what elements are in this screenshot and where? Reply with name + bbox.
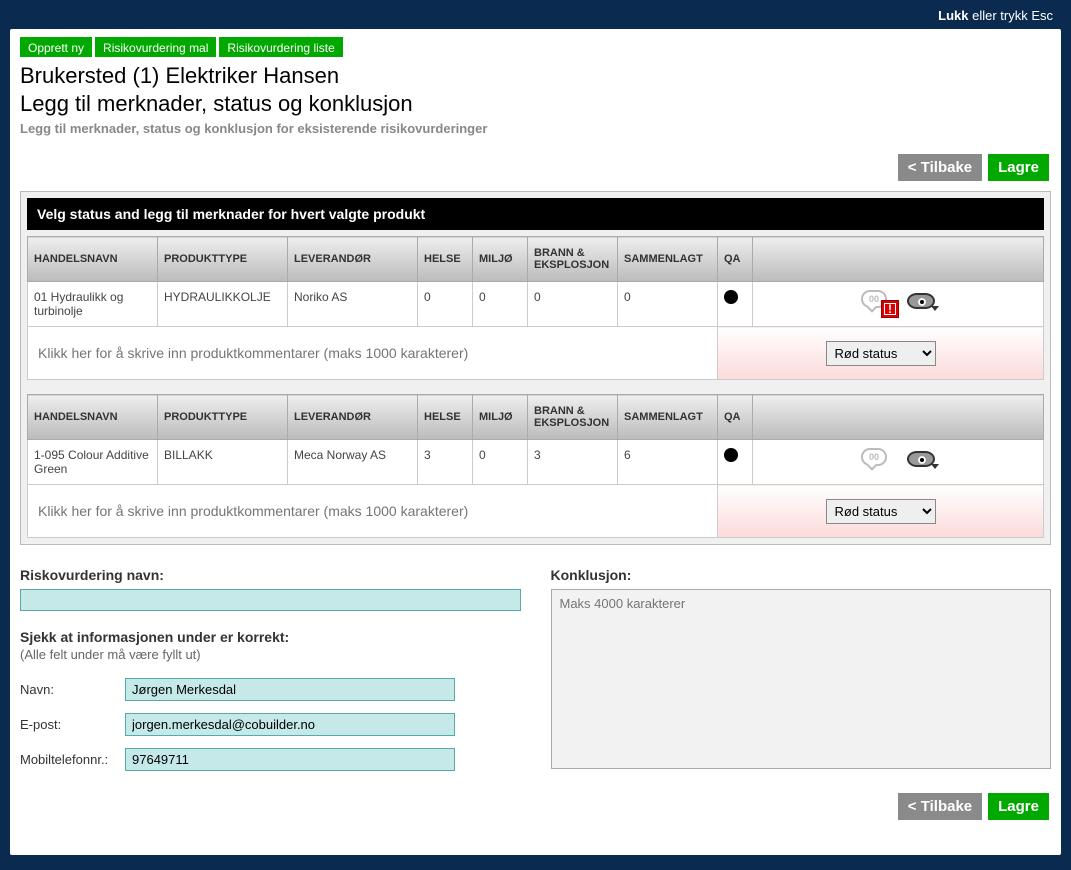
- cell-actions: 00 !: [753, 282, 1044, 327]
- table-row: 01 Hydraulikk og turbinolje HYDRAULIKKOL…: [28, 282, 1044, 327]
- col-leverandor: LEVERANDØR: [288, 395, 418, 440]
- cell-leverandor: Noriko AS: [288, 282, 418, 327]
- tab-risk-list[interactable]: Risikovurdering liste: [219, 37, 342, 57]
- col-actions: [753, 237, 1044, 282]
- col-produkttype: PRODUKTTYPE: [158, 237, 288, 282]
- col-qa: QA: [718, 395, 753, 440]
- product-comment-input[interactable]: [28, 485, 717, 537]
- table-section-header: Velg status and legg til merknader for h…: [27, 198, 1044, 230]
- mobile-label: Mobiltelefonnr.:: [20, 752, 125, 767]
- page-title: Brukersted (1) Elektriker Hansen: [20, 63, 1051, 89]
- mobile-input[interactable]: [125, 748, 455, 771]
- view-icon[interactable]: [907, 293, 935, 309]
- risk-name-input[interactable]: [20, 589, 521, 611]
- cell-handelsnavn: 1-095 Colour Additive Green: [28, 440, 158, 485]
- back-button-top[interactable]: < Tilbake: [898, 154, 982, 181]
- conclusion-label: Konklusjon:: [551, 567, 1052, 583]
- cell-produkttype: HYDRAULIKKOLJE: [158, 282, 288, 327]
- qa-dot-icon: [724, 290, 738, 304]
- col-sammenlagt: SAMMENLAGT: [618, 395, 718, 440]
- tab-create-new[interactable]: Opprett ny: [20, 37, 92, 57]
- email-label: E-post:: [20, 717, 125, 732]
- warning-icon: !: [881, 300, 899, 318]
- status-select[interactable]: Rød status: [826, 341, 936, 366]
- col-brann: BRANN & EKSPLOSJON: [528, 395, 618, 440]
- col-miljo: MILJØ: [473, 395, 528, 440]
- cell-helse: 3: [418, 440, 473, 485]
- cell-miljo: 0: [473, 282, 528, 327]
- col-helse: HELSE: [418, 395, 473, 440]
- col-leverandor: LEVERANDØR: [288, 237, 418, 282]
- col-helse: HELSE: [418, 237, 473, 282]
- col-actions: [753, 395, 1044, 440]
- comment-icon[interactable]: 00: [861, 448, 889, 470]
- name-label: Navn:: [20, 682, 125, 697]
- cell-helse: 0: [418, 282, 473, 327]
- cell-sammenlagt: 6: [618, 440, 718, 485]
- page-subtitle: Legg til merknader, status og konklusjon: [20, 91, 1051, 117]
- cell-actions: 00: [753, 440, 1044, 485]
- product-table-2: HANDELSNAVN PRODUKTTYPE LEVERANDØR HELSE…: [27, 394, 1044, 538]
- email-input[interactable]: [125, 713, 455, 736]
- cell-leverandor: Meca Norway AS: [288, 440, 418, 485]
- cell-brann: 0: [528, 282, 618, 327]
- page-desc: Legg til merknader, status og konklusjon…: [20, 121, 1051, 136]
- cell-qa: [718, 440, 753, 485]
- col-handelsnavn: HANDELSNAVN: [28, 237, 158, 282]
- conclusion-textarea[interactable]: [551, 589, 1052, 769]
- col-brann: BRANN & EKSPLOSJON: [528, 237, 618, 282]
- save-button-bottom[interactable]: Lagre: [988, 793, 1049, 820]
- status-select[interactable]: Rød status: [826, 499, 936, 524]
- cell-handelsnavn: 01 Hydraulikk og turbinolje: [28, 282, 158, 327]
- cell-qa: [718, 282, 753, 327]
- save-button-top[interactable]: Lagre: [988, 154, 1049, 181]
- cell-brann: 3: [528, 440, 618, 485]
- view-icon[interactable]: [907, 451, 935, 467]
- table-row: 1-095 Colour Additive Green BILLAKK Meca…: [28, 440, 1044, 485]
- modal-close-hint[interactable]: Lukk eller trykk Esc: [0, 0, 1071, 29]
- col-produkttype: PRODUKTTYPE: [158, 395, 288, 440]
- qa-dot-icon: [724, 448, 738, 462]
- back-button-bottom[interactable]: < Tilbake: [898, 793, 982, 820]
- comment-icon[interactable]: 00 !: [861, 290, 889, 312]
- check-info-heading: Sjekk at informasjonen under er korrekt:: [20, 629, 521, 645]
- product-table-1: HANDELSNAVN PRODUKTTYPE LEVERANDØR HELSE…: [27, 236, 1044, 380]
- name-input[interactable]: [125, 678, 455, 701]
- col-qa: QA: [718, 237, 753, 282]
- col-miljo: MILJØ: [473, 237, 528, 282]
- tab-risk-template[interactable]: Risikovurdering mal: [95, 37, 216, 57]
- check-info-sub: (Alle felt under må være fyllt ut): [20, 647, 521, 662]
- product-comment-input[interactable]: [28, 327, 717, 379]
- col-handelsnavn: HANDELSNAVN: [28, 395, 158, 440]
- cell-sammenlagt: 0: [618, 282, 718, 327]
- cell-miljo: 0: [473, 440, 528, 485]
- cell-produkttype: BILLAKK: [158, 440, 288, 485]
- risk-name-label: Riskovurdering navn:: [20, 567, 521, 583]
- col-sammenlagt: SAMMENLAGT: [618, 237, 718, 282]
